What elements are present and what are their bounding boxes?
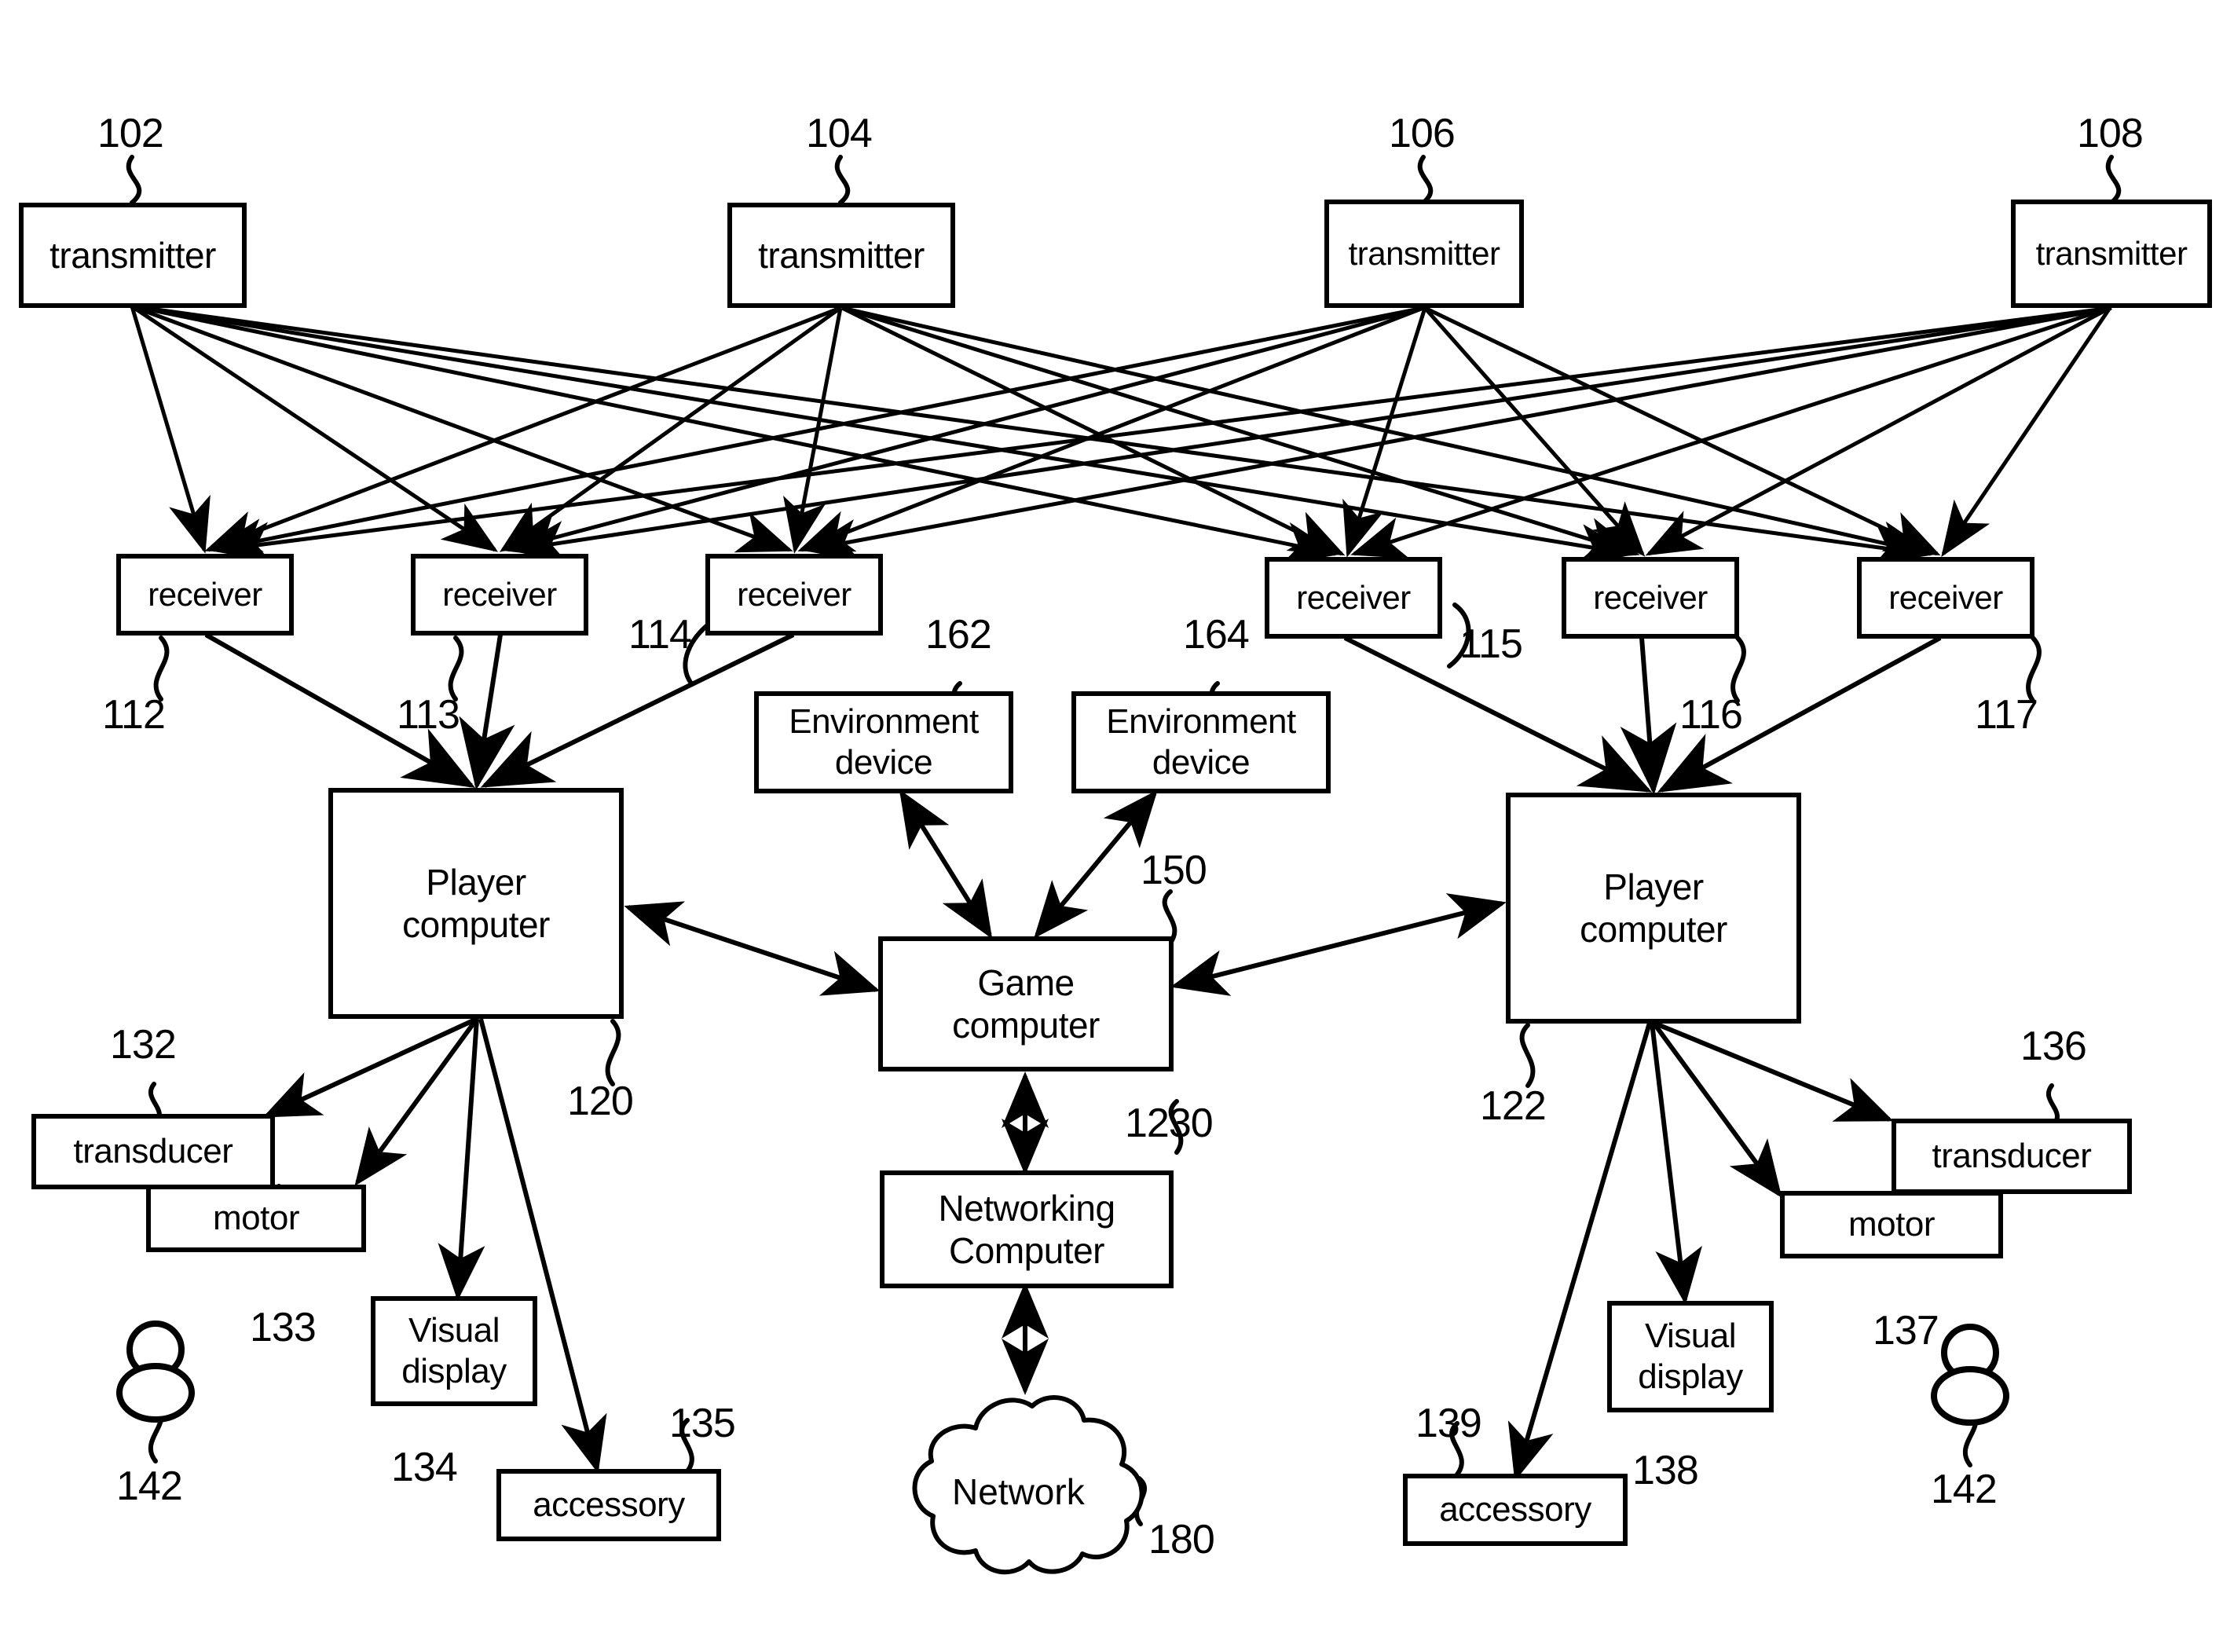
- visual-display-138[interactable]: Visual display: [1607, 1301, 1774, 1412]
- receiver-117[interactable]: receiver: [1857, 557, 2034, 639]
- ref-133: 133: [250, 1305, 317, 1350]
- player-computer-122-line2: computer: [1580, 909, 1727, 950]
- visual-display-134-line2: display: [401, 1352, 507, 1390]
- ref-180: 180: [1148, 1517, 1215, 1562]
- visual-display-134[interactable]: Visual display: [371, 1296, 537, 1406]
- accessory-139-label: accessory: [1439, 1490, 1591, 1529]
- networking-computer-line1: Networking: [938, 1187, 1115, 1229]
- player-computer-122[interactable]: Player computer: [1506, 793, 1801, 1024]
- transmitter-106-label: transmitter: [1348, 235, 1500, 273]
- environment-device-162-line1: Environment: [789, 702, 979, 742]
- ref-115: 115: [1459, 621, 1523, 667]
- receiver-116-label: receiver: [1593, 579, 1708, 617]
- receiver-115-label: receiver: [1296, 579, 1411, 617]
- transducer-136-label: transducer: [1932, 1137, 2092, 1176]
- transmitter-106[interactable]: transmitter: [1324, 200, 1524, 308]
- ref-113: 113: [397, 692, 460, 738]
- environment-device-164-line2: device: [1152, 743, 1251, 782]
- player-computer-120-line2: computer: [402, 904, 550, 945]
- ref-117: 117: [1975, 692, 2038, 738]
- motor-133-label: motor: [213, 1199, 299, 1238]
- motor-137-label: motor: [1848, 1205, 1935, 1244]
- game-computer-line1: Game: [977, 962, 1075, 1003]
- ref-112: 112: [102, 692, 166, 738]
- ref-120: 120: [567, 1079, 634, 1124]
- ref-136: 136: [2020, 1024, 2087, 1069]
- ref-122: 122: [1480, 1083, 1547, 1129]
- accessory-139[interactable]: accessory: [1403, 1474, 1628, 1546]
- player-computer-120-line1: Player: [426, 861, 526, 903]
- accessory-135-label: accessory: [533, 1485, 685, 1525]
- ref-132: 132: [110, 1022, 177, 1068]
- ref-104: 104: [806, 111, 873, 156]
- visual-display-138-line2: display: [1638, 1357, 1743, 1396]
- networking-computer-1230[interactable]: Networking Computer: [880, 1170, 1174, 1288]
- motor-137[interactable]: motor: [1780, 1191, 2003, 1258]
- player-computer-120[interactable]: Player computer: [328, 788, 624, 1019]
- transmitter-102[interactable]: transmitter: [19, 203, 247, 308]
- receiver-117-label: receiver: [1888, 579, 2003, 617]
- ref-138: 138: [1632, 1448, 1699, 1493]
- ref-150: 150: [1141, 848, 1207, 893]
- ref-102: 102: [97, 111, 164, 156]
- visual-display-138-line1: Visual: [1644, 1317, 1737, 1356]
- ref-135: 135: [669, 1401, 736, 1446]
- receiver-113[interactable]: receiver: [411, 554, 588, 636]
- game-computer-150[interactable]: Game computer: [878, 936, 1174, 1071]
- visual-display-134-line1: Visual: [408, 1311, 500, 1350]
- environment-device-164[interactable]: Environment device: [1071, 691, 1331, 793]
- ref-116: 116: [1679, 692, 1743, 738]
- patent-figure-canvas: transmitter 102 transmitter 104 transmit…: [0, 0, 2234, 1652]
- receiver-115[interactable]: receiver: [1265, 557, 1442, 639]
- person-icon-left: [116, 1321, 195, 1423]
- network-cloud-label: Network: [952, 1471, 1085, 1512]
- ref-106: 106: [1389, 111, 1456, 156]
- ref-108: 108: [2077, 111, 2144, 156]
- transmitter-108[interactable]: transmitter: [2011, 200, 2212, 308]
- networking-computer-line2: Computer: [949, 1230, 1104, 1271]
- receiver-113-label: receiver: [442, 576, 557, 614]
- environment-device-164-line1: Environment: [1106, 702, 1296, 742]
- transmitter-104[interactable]: transmitter: [727, 203, 955, 308]
- transmitter-104-label: transmitter: [758, 234, 925, 276]
- ref-1230: 1230: [1125, 1101, 1214, 1146]
- ref-142-left: 142: [116, 1463, 183, 1509]
- ref-134: 134: [391, 1445, 458, 1490]
- transducer-132-label: transducer: [73, 1132, 233, 1171]
- receiver-112-label: receiver: [148, 576, 262, 614]
- ref-162: 162: [925, 612, 992, 658]
- receiver-116[interactable]: receiver: [1562, 557, 1739, 639]
- environment-device-162-line2: device: [834, 743, 933, 782]
- transmitter-102-label: transmitter: [49, 234, 216, 276]
- ref-139: 139: [1415, 1401, 1482, 1446]
- transducer-136[interactable]: transducer: [1892, 1119, 2132, 1194]
- environment-device-162[interactable]: Environment device: [754, 691, 1013, 793]
- motor-133[interactable]: motor: [146, 1185, 366, 1252]
- receiver-114-label: receiver: [737, 576, 851, 614]
- person-icon-right: [1931, 1324, 2009, 1426]
- ref-114: 114: [628, 612, 692, 658]
- player-computer-122-line1: Player: [1603, 866, 1704, 907]
- game-computer-line2: computer: [952, 1005, 1100, 1046]
- accessory-135[interactable]: accessory: [496, 1469, 721, 1541]
- receiver-112[interactable]: receiver: [116, 554, 294, 636]
- transmitter-108-label: transmitter: [2035, 235, 2188, 273]
- receiver-114[interactable]: receiver: [705, 554, 883, 636]
- ref-164: 164: [1183, 612, 1250, 658]
- transducer-132[interactable]: transducer: [31, 1114, 275, 1189]
- ref-142-right: 142: [1931, 1467, 1998, 1512]
